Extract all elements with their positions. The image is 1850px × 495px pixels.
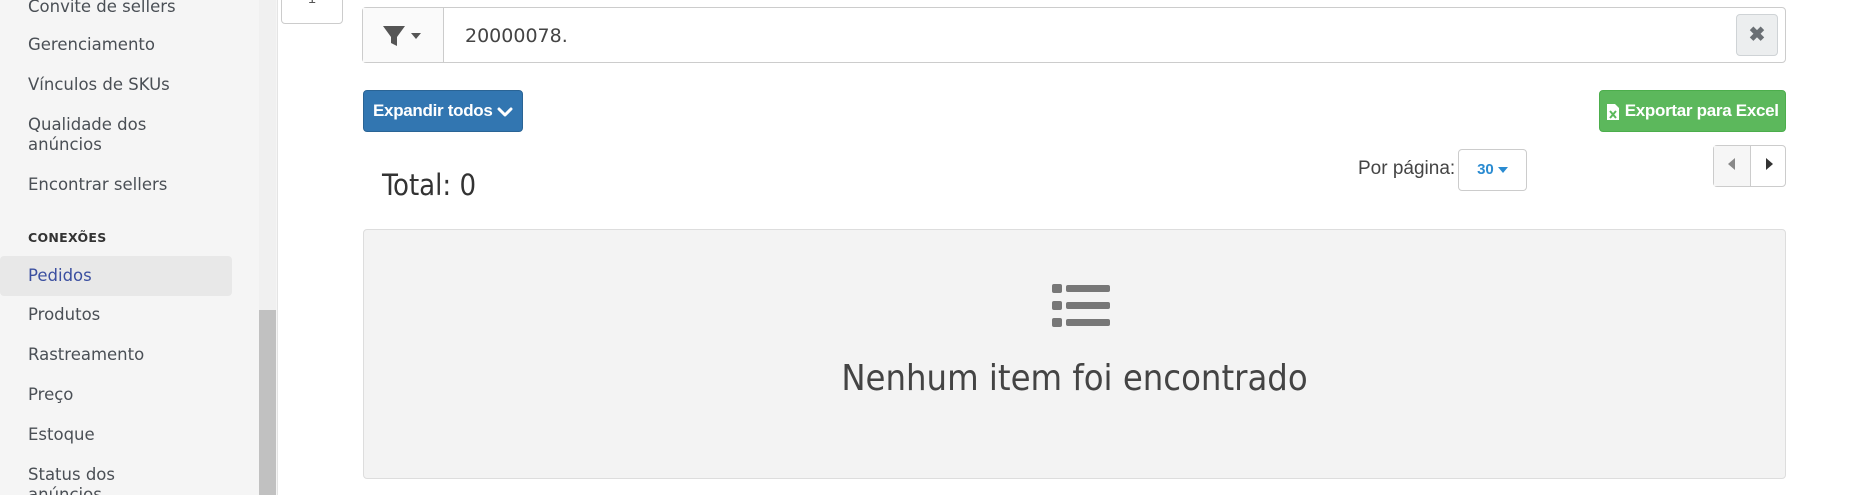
top-page-box[interactable]: 1 [281,0,343,24]
filter-input[interactable] [463,22,1667,50]
excel-file-icon [1607,103,1620,120]
per-page-select[interactable]: 30 [1458,149,1527,191]
clear-filter-button[interactable]: ✖ [1736,14,1778,56]
sidebar-item-status-anuncios[interactable]: Status dos anúncios [0,465,180,495]
sidebar-item-pedidos[interactable]: Pedidos [0,256,232,296]
caret-left-icon [1728,158,1735,170]
total-count: Total: 0 [382,168,477,202]
sidebar-item-qualidade-anuncios[interactable]: Qualidade dos anúncios [0,115,200,155]
sidebar-item-estoque[interactable]: Estoque [0,425,232,445]
caret-down-icon [411,33,421,39]
sidebar-item-gerenciamento[interactable]: Gerenciamento [0,35,232,55]
per-page-label: Por página: [1358,158,1456,179]
next-page-button[interactable] [1751,146,1787,186]
sidebar-item-encontrar-sellers[interactable]: Encontrar sellers [0,175,232,195]
export-excel-label: Exportar para Excel [1624,101,1779,120]
sidebar-scrollbar-thumb[interactable] [259,310,276,495]
filter-icon [383,26,421,46]
close-icon: ✖ [1748,24,1766,46]
filter-dropdown-button[interactable] [363,8,444,62]
caret-down-icon [1497,167,1508,173]
empty-message: Nenhum item foi encontrado [841,358,1308,399]
chevron-down-icon [497,107,513,117]
expand-all-label: Expandir todos [373,101,493,120]
section-title-conexoes: CONEXÕES [28,230,107,245]
sidebar-item-rastreamento[interactable]: Rastreamento [0,345,232,365]
caret-right-icon [1766,158,1773,170]
prev-page-button[interactable] [1714,146,1751,186]
empty-results-panel: Nenhum item foi encontrado [363,229,1786,479]
sidebar-item-vinculos-skus[interactable]: Vínculos de SKUs [0,75,232,95]
list-icon [1052,284,1110,327]
sidebar-divider [277,0,278,495]
expand-all-button[interactable]: Expandir todos [363,90,523,132]
sidebar-item-convite-sellers[interactable]: Convite de sellers [0,0,232,17]
sidebar: Convite de sellers Gerenciamento Vínculo… [0,0,278,495]
export-excel-button[interactable]: Exportar para Excel [1599,90,1786,132]
filter-bar: ✖ [362,7,1786,63]
per-page-value: 30 [1477,161,1494,178]
sidebar-item-preco[interactable]: Preço [0,385,232,405]
sidebar-item-produtos[interactable]: Produtos [0,305,232,325]
pagination [1713,145,1786,187]
